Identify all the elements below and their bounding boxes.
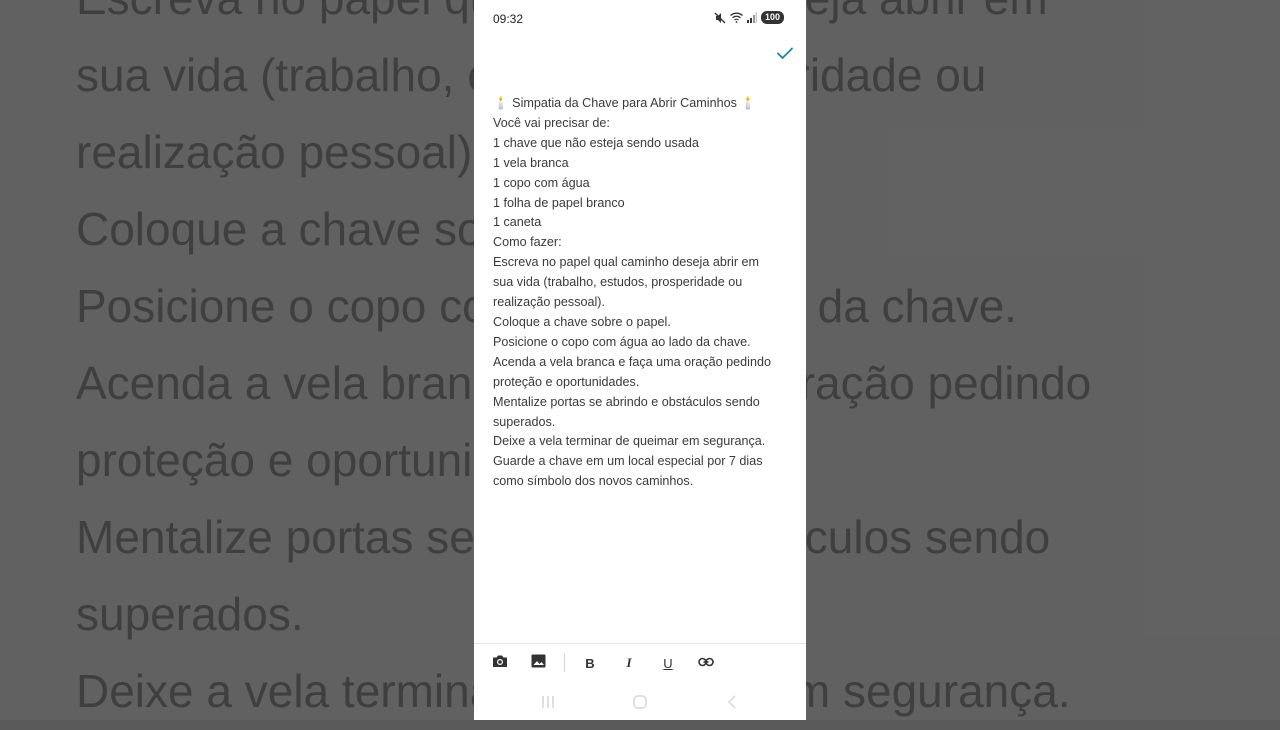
- link-icon: [698, 654, 714, 672]
- note-line: sua vida (trabalho, estudos, prosperidad…: [493, 275, 743, 290]
- note-line: Acenda a vela branca e faça uma oração p…: [493, 354, 771, 369]
- status-bar: 09:32 100: [474, 0, 806, 38]
- bold-button[interactable]: B: [580, 653, 600, 673]
- note-line: Coloque a chave sobre o papel.: [493, 314, 671, 329]
- note-line: Você vai precisar de:: [493, 115, 610, 130]
- note-line: Guarde a chave em um local especial por …: [493, 454, 763, 469]
- toolbar-divider: [564, 654, 565, 672]
- note-line: Escreva no papel qual caminho deseja abr…: [493, 255, 760, 270]
- note-line: superados.: [493, 414, 556, 429]
- link-button[interactable]: [696, 653, 716, 673]
- image-icon: [531, 654, 546, 673]
- note-line: Como fazer:: [493, 235, 562, 250]
- formatting-toolbar: B I U: [474, 643, 806, 682]
- home-icon: [632, 695, 648, 714]
- note-editor[interactable]: 🕯️ Simpatia da Chave para Abrir Caminhos…: [493, 94, 789, 492]
- mute-icon: [714, 12, 726, 24]
- phone-screen: 09:32 100 🕯️ Simpatia da Chave para Abri…: [474, 0, 806, 720]
- note-line: 1 copo com água: [493, 175, 590, 190]
- home-button[interactable]: [632, 694, 648, 710]
- italic-label: I: [626, 655, 632, 670]
- note-line: como símbolo dos novos caminhos.: [493, 474, 694, 489]
- recent-apps-icon: [540, 696, 556, 714]
- back-icon: [724, 695, 740, 714]
- underline-button[interactable]: U: [658, 653, 678, 673]
- status-icons: 100: [714, 11, 784, 24]
- battery-indicator: 100: [760, 11, 784, 24]
- signal-icon: [746, 12, 757, 23]
- underline-label: U: [663, 655, 673, 671]
- note-line: 1 folha de papel branco: [493, 195, 625, 210]
- note-line: 1 caneta: [493, 215, 542, 230]
- note-line: proteção e oportunidades.: [493, 374, 640, 389]
- back-button[interactable]: [724, 694, 740, 710]
- note-line: realização pessoal).: [493, 295, 606, 310]
- note-line: Posicione o copo com água ao lado da cha…: [493, 334, 751, 349]
- status-time: 09:32: [493, 12, 524, 26]
- system-nav-bar: [474, 682, 806, 720]
- note-line: Mentalize portas se abrindo e obstáculos…: [493, 394, 760, 409]
- check-icon: [774, 47, 796, 68]
- bold-label: B: [585, 655, 595, 671]
- note-line: Deixe a vela terminar de queimar em segu…: [493, 434, 766, 449]
- recent-apps-button[interactable]: [540, 694, 556, 710]
- note-title: 🕯️ Simpatia da Chave para Abrir Caminhos…: [493, 96, 757, 110]
- save-button[interactable]: [774, 42, 796, 64]
- camera-icon: [492, 654, 508, 673]
- note-line: 1 chave que não esteja sendo usada: [493, 135, 699, 150]
- camera-button[interactable]: [490, 653, 510, 673]
- wifi-icon: [730, 12, 743, 23]
- image-button[interactable]: [528, 653, 548, 673]
- note-line: 1 vela branca: [493, 155, 569, 170]
- italic-button[interactable]: I: [619, 653, 639, 673]
